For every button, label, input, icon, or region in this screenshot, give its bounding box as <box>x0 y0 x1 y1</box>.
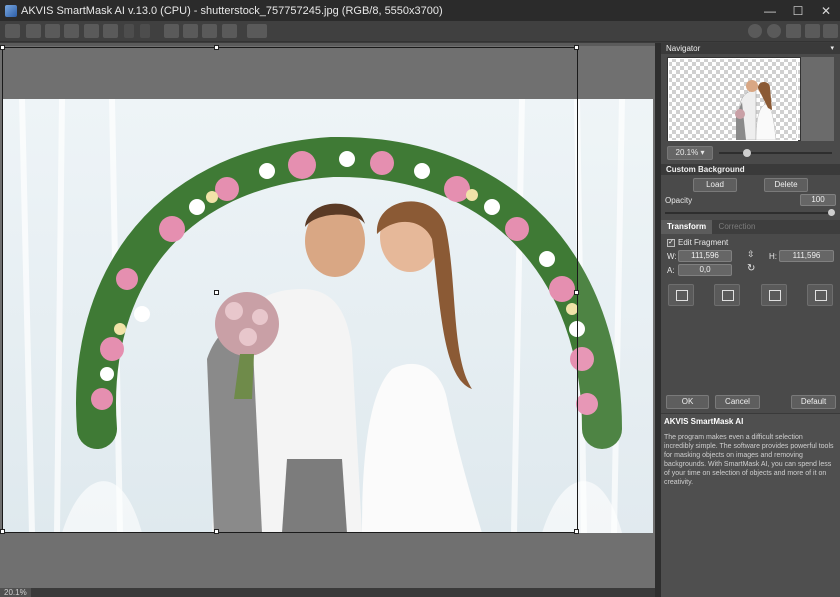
resize-handle-right[interactable] <box>574 290 579 295</box>
navigator-header[interactable]: Navigator ▾ <box>661 43 840 54</box>
tab-bar: Transform Correction <box>661 220 840 234</box>
width-label: W: <box>667 252 677 261</box>
compare-icon[interactable] <box>183 24 198 38</box>
export-icon[interactable] <box>103 24 118 38</box>
app-logo-icon <box>5 4 17 17</box>
before-after-icon[interactable] <box>247 24 267 38</box>
link-proportions-icon[interactable]: ⇳ <box>747 249 755 259</box>
save-as-icon[interactable] <box>45 24 60 38</box>
window-title: AKVIS SmartMask AI v.13.0 (CPU) - shutte… <box>21 4 443 17</box>
navigator-view-frame[interactable] <box>668 58 798 141</box>
angle-field[interactable]: 0,0 <box>678 264 732 276</box>
resize-handle-bottom-left[interactable] <box>0 529 5 534</box>
delete-button[interactable]: Delete <box>764 178 808 192</box>
status-bar: 20.1% <box>0 588 655 597</box>
zoom-slider-handle[interactable] <box>743 149 751 157</box>
default-button[interactable]: Default <box>791 395 836 409</box>
redo-icon[interactable] <box>140 24 150 38</box>
zoom-row: 20.1% ▾ <box>667 146 834 160</box>
zoom-slider-track[interactable] <box>719 152 832 154</box>
image-icon[interactable] <box>222 24 237 38</box>
status-zoom: 20.1% <box>0 588 31 597</box>
height-field[interactable]: 111,596 <box>779 250 834 262</box>
undo-icon[interactable] <box>124 24 134 38</box>
navigator-title: Navigator <box>666 44 701 53</box>
feedback-icon[interactable] <box>823 24 838 38</box>
opacity-label: Opacity <box>665 196 693 205</box>
navigator-thumbnail <box>667 57 801 141</box>
zoom-dropdown[interactable]: 20.1% ▾ <box>667 146 713 160</box>
help-icon[interactable] <box>767 24 781 38</box>
resize-handle-bottom-right[interactable] <box>574 529 579 534</box>
cancel-button[interactable]: Cancel <box>715 395 760 409</box>
load-button[interactable]: Load <box>693 178 737 192</box>
resize-handle-top[interactable] <box>214 45 219 50</box>
collapse-arrow-icon[interactable]: ▾ <box>830 43 834 54</box>
fill-image-button[interactable] <box>807 284 833 306</box>
tab-transform[interactable]: Transform <box>661 220 712 234</box>
minimize-button[interactable]: — <box>756 0 784 21</box>
rotate-icon[interactable]: ↻ <box>747 264 755 274</box>
settings-icon[interactable] <box>786 24 801 38</box>
angle-label: A: <box>667 266 675 275</box>
opacity-value[interactable]: 100 <box>800 194 836 206</box>
resize-handle-top-right[interactable] <box>574 45 579 50</box>
title-bar: AKVIS SmartMask AI v.13.0 (CPU) - shutte… <box>0 0 840 21</box>
save-icon[interactable] <box>26 24 41 38</box>
info-title: AKVIS SmartMask AI <box>664 417 744 426</box>
info-icon[interactable] <box>748 24 762 38</box>
mask-icon[interactable] <box>202 24 217 38</box>
batch-icon[interactable] <box>84 24 99 38</box>
toolbar <box>0 21 840 42</box>
width-field[interactable]: 111,596 <box>678 250 732 262</box>
tab-correction[interactable]: Correction <box>714 220 760 234</box>
resize-handle-center-left[interactable] <box>214 290 219 295</box>
resize-handle-top-left[interactable] <box>0 45 5 50</box>
plugin-icon[interactable] <box>805 24 820 38</box>
close-button[interactable]: ✕ <box>812 0 840 21</box>
custom-background-header: Custom Background <box>661 164 840 175</box>
edit-fragment-label: Edit Fragment <box>678 238 729 247</box>
edit-fragment-checkbox[interactable]: ✓ <box>667 239 675 247</box>
layer-icon[interactable] <box>164 24 179 38</box>
window-controls: — ☐ ✕ <box>756 0 840 21</box>
canvas-top-border <box>0 43 655 46</box>
maximize-button[interactable]: ☐ <box>784 0 812 21</box>
info-text: The program makes even a difficult selec… <box>664 434 834 486</box>
image-canvas[interactable] <box>0 43 655 588</box>
opacity-slider-handle[interactable] <box>828 209 835 216</box>
fit-image-button[interactable] <box>761 284 787 306</box>
height-label: H: <box>769 252 777 261</box>
settings-panel: Navigator ▾ 20.1% ▾ Custom Background Lo… <box>661 43 840 597</box>
navigator-preview[interactable] <box>667 57 834 141</box>
resize-handle-bottom[interactable] <box>214 529 219 534</box>
fit-width-button[interactable] <box>714 284 740 306</box>
open-icon[interactable] <box>5 24 20 38</box>
ok-button[interactable]: OK <box>666 395 709 409</box>
transform-fragment-frame[interactable] <box>0 45 579 534</box>
fit-height-button[interactable] <box>668 284 694 306</box>
print-icon[interactable] <box>64 24 79 38</box>
opacity-slider-track[interactable] <box>665 212 834 214</box>
canvas-overflow-area <box>578 99 653 533</box>
